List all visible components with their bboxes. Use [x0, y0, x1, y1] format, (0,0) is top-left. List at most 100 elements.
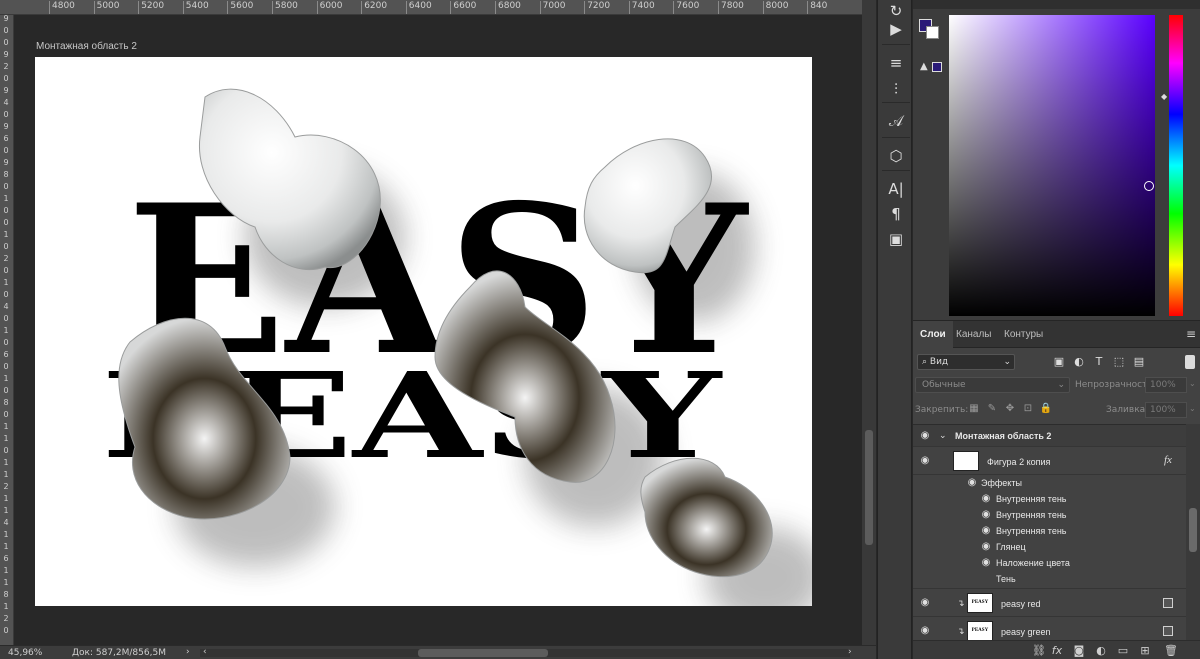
artboard-label[interactable]: Монтажная область 2	[36, 41, 137, 52]
fx-badge-icon[interactable]: fx	[1164, 454, 1172, 466]
ruler-tick-label: 2	[3, 62, 9, 71]
status-menu-arrow[interactable]: ›	[186, 647, 190, 657]
effect-name: Внутренняя тень	[996, 510, 1067, 520]
artboard[interactable]: EASY PEASY	[35, 57, 812, 606]
eye-icon[interactable]: ◉	[979, 542, 993, 552]
eye-icon[interactable]: ◉	[979, 510, 993, 520]
play-icon[interactable]: ▶	[884, 18, 908, 40]
background-color-swatch[interactable]	[926, 26, 939, 39]
effect-row[interactable]: ◉ Глянец	[913, 539, 1186, 555]
layer-row-figure-copy[interactable]: ◉ Фигура 2 копия fx	[913, 447, 1186, 475]
horizontal-ruler[interactable]: 4800 5000 5200 5400 5600 5800 6000 6200 6400 6600…	[0, 0, 862, 15]
eye-icon[interactable]: ◉	[979, 494, 993, 504]
canvas-vertical-scroll-thumb[interactable]	[865, 430, 873, 545]
eye-icon[interactable]: ◉	[965, 478, 979, 488]
eye-icon[interactable]: ◉	[979, 526, 993, 536]
document-size-info[interactable]: Док: 587,2M/856,5M	[72, 648, 166, 658]
ruler-tick-label: 7000	[539, 1, 566, 14]
filter-adjustment-icon[interactable]: ◐	[1071, 354, 1087, 370]
eye-icon[interactable]: ◉	[918, 431, 932, 441]
filter-toggle-switch[interactable]	[1185, 355, 1195, 369]
ruler-tick-label: 0	[3, 314, 9, 323]
glyph-panel-icon[interactable]: 𝒜	[884, 110, 908, 132]
link-layers-icon[interactable]: ⛓	[1031, 644, 1047, 658]
ruler-tick-label: 9	[3, 86, 9, 95]
opacity-input[interactable]: 100%	[1145, 377, 1187, 393]
paragraph-icon[interactable]: ¶	[884, 203, 908, 225]
brush-settings-icon[interactable]: ≡	[884, 52, 908, 74]
ruler-tick-label: 5000	[93, 1, 120, 14]
new-layer-icon[interactable]: ⊞	[1137, 644, 1153, 658]
vertical-ruler[interactable]: 9 0 0 9 2 0 9 4 0 9 6 0 9 8 0 1 0 0 1 0 2 0 1 0 4 0 1 0 6 0 1 0 8 0 1 1 0 1 1 2…	[0, 15, 14, 645]
lock-position-icon[interactable]: ✥	[1003, 402, 1017, 416]
lock-all-icon[interactable]: 🔒	[1039, 402, 1053, 416]
eye-icon[interactable]: ◉	[918, 626, 932, 636]
effects-header-row[interactable]: ◉ Эффекты	[913, 475, 1186, 491]
canvas-horizontal-scroll-thumb[interactable]	[418, 649, 548, 657]
ruler-tick-label: 8000	[762, 1, 789, 14]
lock-image-pixels-icon[interactable]: ✎	[985, 402, 999, 416]
effect-row[interactable]: ◉ Наложение цвета	[913, 555, 1186, 571]
color-picker-marker[interactable]	[1144, 181, 1154, 191]
properties-icon[interactable]: ▣	[884, 228, 908, 250]
effect-row[interactable]: ◉ Внутренняя тень	[913, 491, 1186, 507]
filter-smart-object-icon[interactable]: ▤	[1131, 354, 1147, 370]
layer-filter-kind-select[interactable]: ⌕ Вид ⌄	[917, 354, 1015, 370]
layer-name[interactable]: peasy green	[1001, 627, 1051, 637]
panel-menu-icon[interactable]: ≡	[1186, 327, 1196, 341]
ruler-tick-label: 1	[3, 422, 9, 431]
web-safe-color-swatch[interactable]	[932, 62, 942, 72]
canvas-vertical-scrollbar[interactable]	[862, 0, 876, 645]
layers-scrollbar[interactable]	[1186, 424, 1200, 640]
artboard-group-row[interactable]: ◉ ⌄ Монтажная область 2	[913, 425, 1186, 447]
fill-input[interactable]: 100%	[1145, 402, 1187, 418]
layer-name[interactable]: peasy red	[1001, 599, 1041, 609]
zoom-level[interactable]: 45,96%	[8, 648, 42, 658]
fill-chevron-icon[interactable]: ⌄	[1189, 404, 1196, 413]
layer-name[interactable]: Фигура 2 копия	[987, 457, 1050, 467]
hue-slider-marker[interactable]: ◆	[1161, 92, 1167, 101]
layers-scroll-thumb[interactable]	[1189, 508, 1197, 552]
3d-cube-icon[interactable]: ⬡	[884, 145, 908, 167]
layer-row-peasy-red[interactable]: ◉ ↴ PEASY peasy red	[913, 589, 1186, 617]
eye-icon[interactable]: ◉	[979, 558, 993, 568]
effect-row[interactable]: ◉ Внутренняя тень	[913, 523, 1186, 539]
ruler-tick-label: 0	[3, 626, 9, 635]
effect-row[interactable]: ◉ Внутренняя тень	[913, 507, 1186, 523]
eye-icon[interactable]: ◉	[918, 598, 932, 608]
ruler-tick-label: 1	[3, 578, 9, 587]
ruler-tick-label: 1	[3, 326, 9, 335]
filter-type-icon[interactable]: T	[1091, 354, 1107, 370]
character-icon[interactable]: A|	[884, 178, 908, 200]
opacity-chevron-icon[interactable]: ⌄	[1189, 379, 1196, 388]
ruler-tick-label: 0	[3, 338, 9, 347]
tab-layers[interactable]: Слои	[913, 321, 953, 348]
ruler-tick-label: 1	[3, 566, 9, 575]
adjustments-icon[interactable]: ⫶	[884, 78, 908, 100]
filter-shape-icon[interactable]: ⬚	[1111, 354, 1127, 370]
scroll-left-arrow-icon[interactable]: ‹	[203, 647, 207, 657]
mask-icon[interactable]: ◙	[1071, 644, 1087, 658]
color-picker-field[interactable]	[949, 15, 1155, 316]
chevron-down-icon[interactable]: ⌄	[939, 430, 947, 441]
layer-row-peasy-green[interactable]: ◉ ↴ PEASY peasy green	[913, 617, 1186, 640]
lock-transparent-pixels-icon[interactable]: ▦	[967, 402, 981, 416]
canvas-horizontal-scrollbar[interactable]	[200, 649, 850, 657]
tab-paths[interactable]: Контуры	[997, 321, 1050, 348]
out-of-gamut-warning-icon[interactable]: ▲	[920, 61, 928, 72]
lock-artboard-icon[interactable]: ⊡	[1021, 402, 1035, 416]
canvas-area[interactable]: Монтажная область 2 EASY PEASY	[15, 16, 862, 645]
clipping-mask-icon: ↴	[957, 626, 965, 636]
tab-channels[interactable]: Каналы	[949, 321, 999, 348]
fx-icon[interactable]: fx	[1049, 644, 1065, 658]
eye-icon[interactable]: ◉	[918, 456, 932, 466]
ruler-tick-label: 0	[3, 110, 9, 119]
trash-icon[interactable]: 🗑	[1163, 644, 1179, 658]
scroll-right-arrow-icon[interactable]: ›	[848, 647, 852, 657]
adjustment-layer-icon[interactable]: ◐	[1093, 644, 1109, 658]
hue-slider[interactable]	[1169, 15, 1183, 316]
blend-mode-select[interactable]: Обычные ⌄	[915, 377, 1070, 393]
filter-pixel-icon[interactable]: ▣	[1051, 354, 1067, 370]
group-folder-icon[interactable]: ▭	[1115, 644, 1131, 658]
effect-row[interactable]: Тень	[913, 571, 1186, 589]
